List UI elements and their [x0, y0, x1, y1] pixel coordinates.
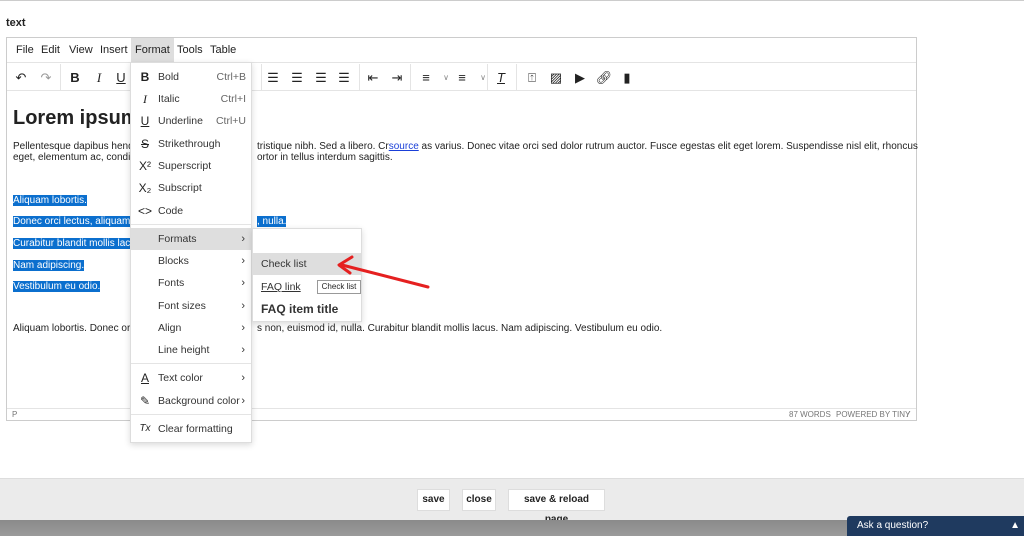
link-icon[interactable]: 🔗︎ [593, 67, 615, 89]
menu-format[interactable]: Format [131, 38, 174, 63]
paragraph-text: s non, euismod id, nulla. Curabitur blan… [257, 323, 663, 334]
align-center-icon[interactable]: ☰ [286, 67, 308, 89]
menu-item-fonts[interactable]: Fonts › [131, 272, 251, 294]
chevron-right-icon: › [241, 233, 245, 245]
underline-icon: U [140, 114, 150, 128]
underline-icon[interactable]: U [110, 67, 132, 89]
align-justify-icon[interactable]: ☰ [333, 67, 355, 89]
upload-icon[interactable]: ⍐ [521, 67, 543, 89]
menu-item-underline[interactable]: U Underline Ctrl+U [131, 110, 251, 132]
ask-question-widget[interactable]: Ask a question? ▲ [847, 516, 1024, 536]
menu-separator [131, 414, 251, 415]
selected-line: Curabitur blandit mollis lacu [13, 238, 136, 249]
menu-item-align[interactable]: Align › [131, 317, 251, 339]
redo-icon[interactable]: ↷ [35, 67, 57, 89]
chat-label: Ask a question? [857, 520, 929, 531]
source-link[interactable]: source [389, 141, 419, 152]
bookmark-icon[interactable]: ▮ [616, 67, 638, 89]
menu-file[interactable]: File [12, 38, 38, 63]
italic-icon[interactable]: I [88, 67, 110, 89]
toolbar-separator [487, 64, 488, 91]
menu-item-code[interactable]: <> Code [131, 200, 251, 222]
bold-icon: B [140, 70, 150, 84]
menu-edit[interactable]: Edit [37, 38, 64, 63]
toolbar-separator [60, 64, 61, 91]
subscript-icon: X₂ [138, 181, 152, 195]
chevron-right-icon: › [241, 344, 245, 356]
word-count[interactable]: 87 WORDS [789, 409, 831, 420]
numbered-list-icon[interactable]: ≡ [415, 67, 437, 89]
outdent-icon[interactable]: ⇤ [362, 67, 384, 89]
selected-line: Nam adipiscing. [13, 260, 85, 271]
menu-separator [131, 363, 251, 364]
paragraph-text: ortor in tellus interdum sagittis. [257, 152, 393, 163]
powered-by[interactable]: POWERED BY TINY [836, 409, 910, 420]
bottom-action-bar: save close save & reload page [0, 478, 1024, 525]
close-button[interactable]: close [462, 489, 496, 511]
menu-view[interactable]: View [65, 38, 97, 63]
selected-line: Donec orci lectus, aliquam [13, 216, 131, 227]
highlighter-icon: ✎ [139, 394, 151, 408]
format-menu: B Bold Ctrl+B I Italic Ctrl+I U Underline Ctrl… [130, 62, 252, 443]
menu-item-clear-formatting[interactable]: Tx Clear formatting [131, 418, 251, 440]
resize-handle-icon[interactable]: ⁄ [908, 409, 909, 420]
chevron-up-icon[interactable]: ▲ [1010, 516, 1020, 536]
save-button[interactable]: save [417, 489, 450, 511]
menu-item-blocks[interactable]: Blocks › [131, 250, 251, 272]
chevron-right-icon: › [241, 255, 245, 267]
menu-item-line-height[interactable]: Line height › [131, 339, 251, 361]
menu-tools[interactable]: Tools [173, 38, 207, 63]
bullet-list-icon[interactable]: ≡ [451, 67, 473, 89]
chevron-right-icon: › [241, 395, 245, 407]
undo-icon[interactable]: ↶ [10, 67, 32, 89]
toolbar-separator [516, 64, 517, 91]
menu-separator [131, 224, 251, 225]
menu-item-italic[interactable]: I Italic Ctrl+I [131, 88, 251, 110]
paragraph-text: tristique nibh. Sed a libero. Crsource a… [257, 141, 918, 152]
menu-item-subscript[interactable]: X₂ Subscript [131, 177, 251, 199]
menu-item-superscript[interactable]: X² Superscript [131, 155, 251, 177]
chevron-right-icon: › [241, 277, 245, 289]
media-icon[interactable]: ▶ [569, 67, 591, 89]
menu-table[interactable]: Table [206, 38, 240, 63]
chevron-right-icon: › [241, 322, 245, 334]
paragraph-text: Pellentesque dapibus hend [13, 141, 134, 152]
save-reload-button[interactable]: save & reload page [508, 489, 605, 525]
element-path[interactable]: P [12, 409, 17, 420]
indent-icon[interactable]: ⇥ [386, 67, 408, 89]
align-right-icon[interactable]: ☰ [310, 67, 332, 89]
code-icon: <> [137, 204, 152, 218]
red-arrow-annotation [337, 255, 430, 289]
paragraph-text: eget, elementum ac, condir [13, 152, 134, 163]
selected-line: Aliquam lobortis. [13, 195, 87, 206]
paragraph-text: Aliquam lobortis. Donec orc [13, 323, 136, 334]
clear-formatting-icon[interactable]: T [490, 67, 512, 89]
bold-icon[interactable]: B [64, 67, 86, 89]
content-heading: Lorem ipsum [13, 107, 139, 129]
chevron-right-icon: › [241, 300, 245, 312]
menu-item-background-color[interactable]: ✎ Background color › [131, 390, 251, 412]
clear-formatting-icon: Tx [139, 423, 151, 434]
menubar: File Edit View Insert Format Tools Table [7, 38, 916, 63]
menu-item-formats[interactable]: Formats › [131, 228, 251, 250]
submenu-item-faq-item-title[interactable]: FAQ item title [253, 298, 361, 320]
menu-item-bold[interactable]: B Bold Ctrl+B [131, 66, 251, 88]
italic-icon: I [143, 92, 147, 106]
selected-line: Vestibulum eu odio. [13, 281, 101, 292]
selected-line: , nulla. [257, 216, 287, 227]
top-divider [0, 0, 1024, 1]
menu-item-strikethrough[interactable]: S Strikethrough [131, 133, 251, 155]
toolbar-separator [410, 64, 411, 91]
toolbar-separator [359, 64, 360, 91]
align-left-icon[interactable]: ☰ [262, 67, 284, 89]
text-color-icon: A [140, 371, 149, 385]
image-icon[interactable]: ▨ [545, 67, 567, 89]
strikethrough-icon: S [140, 137, 149, 151]
menu-item-font-sizes[interactable]: Font sizes › [131, 295, 251, 317]
field-label: text [6, 17, 26, 29]
superscript-icon: X² [139, 159, 151, 173]
chevron-right-icon: › [241, 372, 245, 384]
menu-insert[interactable]: Insert [96, 38, 132, 63]
menu-item-text-color[interactable]: A Text color › [131, 367, 251, 389]
